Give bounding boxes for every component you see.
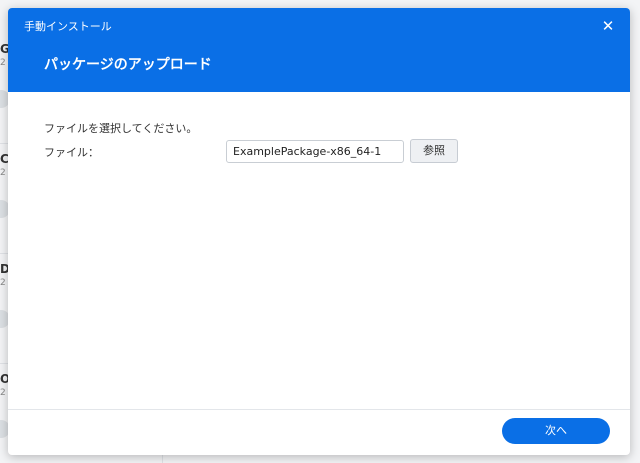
background-item-sub: 2 — [0, 58, 6, 68]
instruction-text: ファイルを選択してください。 — [44, 122, 198, 135]
manual-install-dialog: 手動インストール ✕ パッケージのアップロード ファイルを選択してください。 フ… — [8, 8, 630, 455]
file-label: ファイル： — [44, 146, 99, 159]
footer-divider — [8, 409, 630, 410]
background-item-sub: 2 — [0, 168, 6, 178]
background-item-sub: 2 — [0, 388, 6, 398]
dialog-header: 手動インストール ✕ パッケージのアップロード — [8, 8, 630, 92]
next-button[interactable]: 次へ — [502, 418, 610, 444]
file-path-field[interactable]: ExamplePackage-x86_64-1 — [226, 140, 404, 163]
browse-button[interactable]: 参照 — [410, 139, 458, 163]
close-icon[interactable]: ✕ — [598, 16, 618, 36]
background-item-sub: 2 — [0, 278, 6, 288]
window-title: 手動インストール — [24, 20, 112, 33]
dialog-title: パッケージのアップロード — [44, 57, 212, 73]
